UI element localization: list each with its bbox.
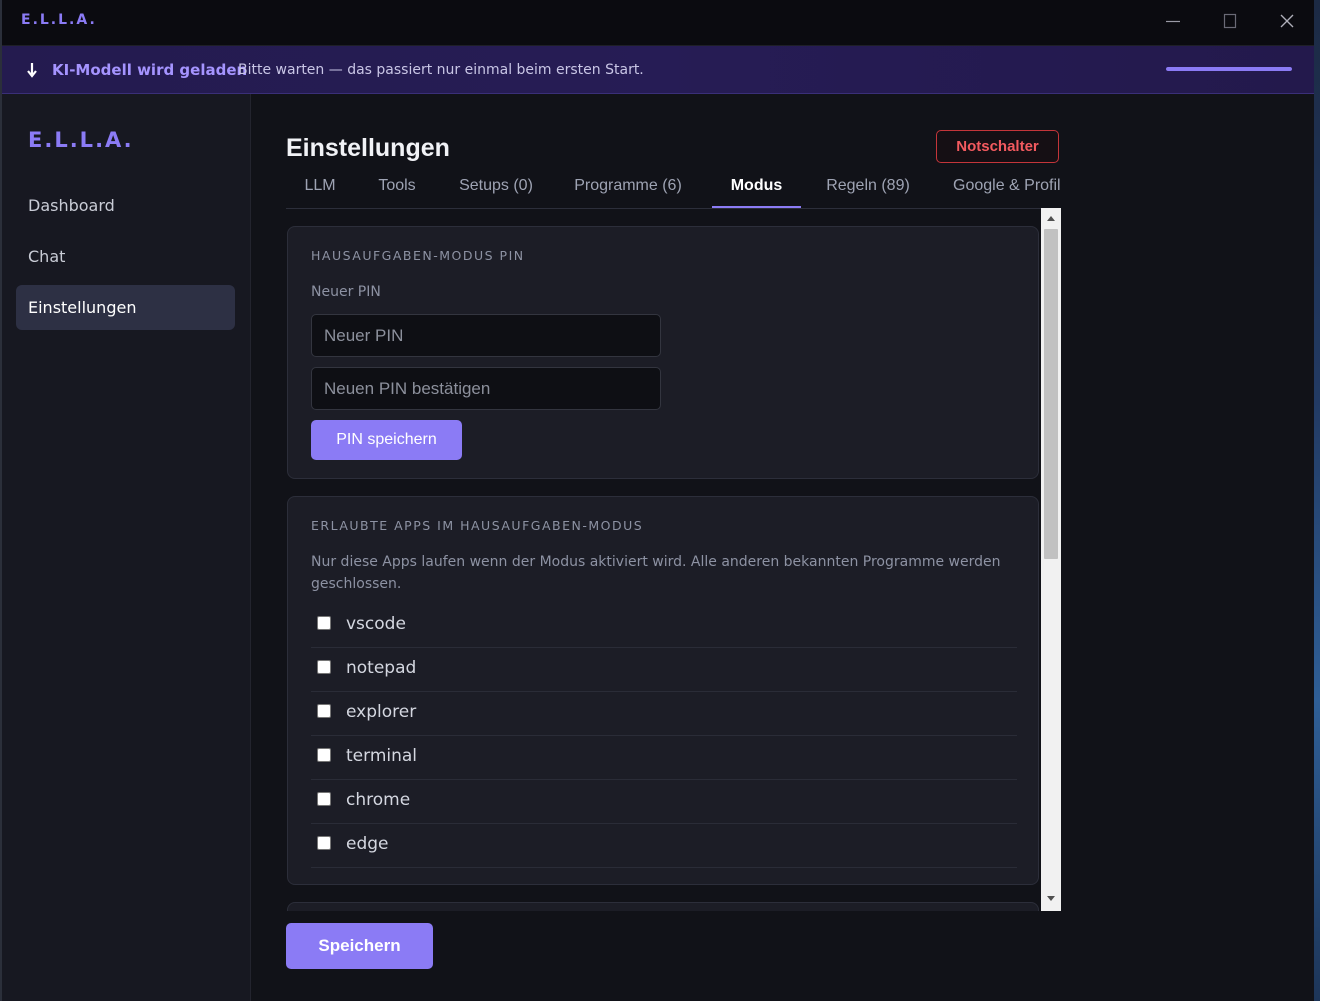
tab-programme[interactable]: Programme (6) — [566, 172, 690, 208]
scroll-down-button[interactable] — [1041, 890, 1061, 907]
app-label-chrome: chrome — [346, 790, 411, 810]
save-pin-button[interactable]: PIN speichern — [311, 420, 462, 460]
pin-card-heading: HAUSAUFGABEN-MODUS PIN — [311, 248, 525, 263]
chevron-down-icon — [1047, 896, 1055, 901]
app-checkbox-edge[interactable] — [317, 836, 331, 850]
tab-setups[interactable]: Setups (0) — [446, 172, 546, 208]
settings-tabs: LLM Tools Setups (0) Programme (6) Modus… — [286, 172, 1061, 209]
app-label-terminal: terminal — [346, 746, 418, 766]
banner-message: Bitte warten — das passiert nur einmal b… — [238, 62, 644, 78]
app-row-edge[interactable]: edge — [311, 824, 1017, 868]
app-checkbox-vscode[interactable] — [317, 616, 331, 630]
new-pin-input[interactable] — [311, 314, 661, 357]
allowed-apps-description: Nur diese Apps laufen wenn der Modus akt… — [311, 554, 1001, 592]
close-icon — [1280, 14, 1294, 28]
app-label-vscode: vscode — [346, 614, 406, 634]
maximize-button[interactable] — [1216, 8, 1244, 36]
new-pin-label: Neuer PIN — [311, 284, 381, 300]
app-checkbox-terminal[interactable] — [317, 748, 331, 762]
model-loading-banner: KI-Modell wird geladen Bitte warten — da… — [2, 46, 1314, 94]
tab-regeln[interactable]: Regeln (89) — [816, 172, 920, 208]
settings-page: Einstellungen Notschalter LLM Tools Setu… — [251, 94, 1314, 1001]
allowed-apps-heading: ERLAUBTE APPS IM HAUSAUFGABEN-MODUS — [311, 518, 644, 533]
app-checkbox-notepad[interactable] — [317, 660, 331, 674]
desktop-background-edge — [1314, 0, 1320, 1001]
window-title: E.L.L.A. — [21, 12, 97, 28]
kill-switch-button[interactable]: Notschalter — [936, 130, 1059, 163]
sidebar: E.L.L.A. Dashboard Chat Einstellungen — [2, 94, 251, 1001]
tab-modus[interactable]: Modus — [712, 172, 801, 208]
next-card — [287, 902, 1039, 911]
app-window: E.L.L.A. KI-Modell wird geladen Bitte wa… — [2, 0, 1314, 1001]
app-checkbox-explorer[interactable] — [317, 704, 331, 718]
app-row-vscode[interactable]: vscode — [311, 604, 1017, 648]
banner-title: KI-Modell wird geladen — [52, 61, 248, 79]
allowed-apps-card: ERLAUBTE APPS IM HAUSAUFGABEN-MODUS Nur … — [287, 496, 1039, 885]
sidebar-item-settings[interactable]: Einstellungen — [16, 285, 235, 330]
app-row-terminal[interactable]: terminal — [311, 736, 1017, 780]
app-row-chrome[interactable]: chrome — [311, 780, 1017, 824]
app-label-edge: edge — [346, 834, 389, 854]
sidebar-item-chat[interactable]: Chat — [16, 234, 235, 279]
tab-llm[interactable]: LLM — [286, 172, 354, 208]
tab-tools[interactable]: Tools — [366, 172, 428, 208]
pin-card: HAUSAUFGABEN-MODUS PIN Neuer PIN PIN spe… — [287, 226, 1039, 479]
loading-progress-fill — [1166, 67, 1292, 71]
confirm-pin-input[interactable] — [311, 367, 661, 410]
chevron-up-icon — [1047, 216, 1055, 221]
scrollbar-thumb[interactable] — [1044, 229, 1058, 559]
close-button[interactable] — [1273, 8, 1301, 36]
app-checkbox-chrome[interactable] — [317, 792, 331, 806]
page-title: Einstellungen — [286, 134, 450, 162]
maximize-icon — [1223, 13, 1237, 29]
scroll-up-button[interactable] — [1041, 210, 1061, 227]
minimize-icon — [1166, 20, 1180, 23]
minimize-button[interactable] — [1159, 8, 1187, 36]
title-bar[interactable]: E.L.L.A. — [2, 0, 1314, 46]
settings-scroll-area[interactable]: HAUSAUFGABEN-MODUS PIN Neuer PIN PIN spe… — [286, 208, 1061, 911]
scrollbar[interactable] — [1041, 208, 1061, 911]
app-row-explorer[interactable]: explorer — [311, 692, 1017, 736]
sidebar-item-dashboard[interactable]: Dashboard — [16, 183, 235, 228]
loading-progress-bar — [1166, 67, 1292, 71]
app-label-notepad: notepad — [346, 658, 417, 678]
save-button[interactable]: Speichern — [286, 923, 433, 969]
sidebar-logo: E.L.L.A. — [28, 128, 134, 152]
app-label-explorer: explorer — [346, 702, 417, 722]
tab-google-profil[interactable]: Google & Profil — [953, 172, 1061, 208]
download-arrow-icon — [27, 63, 37, 78]
app-row-notepad[interactable]: notepad — [311, 648, 1017, 692]
